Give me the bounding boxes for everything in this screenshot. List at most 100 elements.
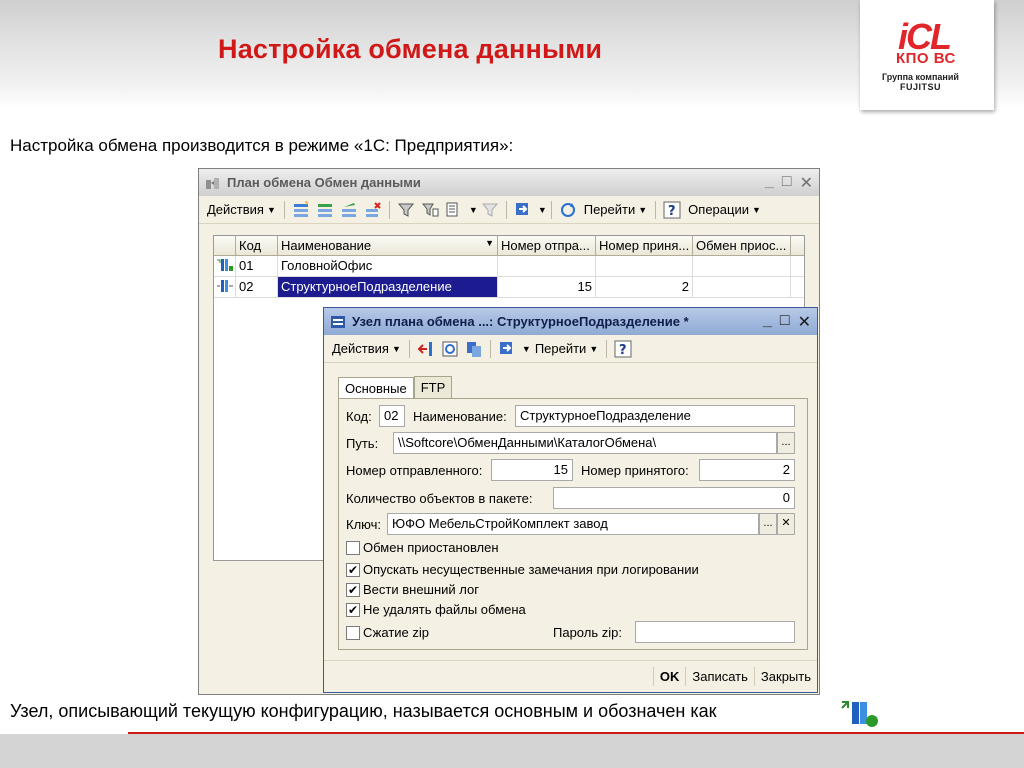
close-button[interactable]: Закрыть [753,667,817,686]
filter-dropdown-icon[interactable] [445,201,463,219]
logo-sub: КПО ВС [896,50,956,67]
footer-band [0,734,1024,768]
zip-password-field[interactable] [635,621,795,643]
window-title: План обмена Обмен данными [227,175,421,190]
operations-label: Операции [688,202,749,217]
close-icon[interactable]: ✕ [798,312,811,332]
column-header-code[interactable]: Код [236,236,278,255]
goto-label: Перейти [583,202,636,217]
checkbox-unchecked-icon [346,540,360,555]
window-titlebar[interactable]: План обмена Обмен данными _ □ ✕ [199,169,819,196]
add-group-icon[interactable] [316,201,334,219]
operations-menu[interactable]: Операции ▼ [684,200,765,219]
logo-group: Группа компаний [882,72,959,82]
minimize-icon[interactable]: _ [763,312,772,332]
delete-mark-icon[interactable] [364,201,382,219]
path-field[interactable]: \\Softcore\ОбменДанными\КаталогОбмена\ [393,432,777,454]
cell-sent: 15 [498,277,596,297]
received-number-field[interactable]: 2 [699,459,795,481]
external-log-label: Вести внешний лог [363,582,479,597]
sent-number-field[interactable]: 15 [491,459,573,481]
table-row[interactable]: 02 СтруктурноеПодразделение 15 2 [214,277,804,298]
chevron-down-icon: ▼ [751,204,761,215]
cell-code: 01 [236,256,278,276]
chevron-down-icon: ▼ [266,204,276,215]
code-label: Код: [346,409,372,424]
main-node-icon [214,256,236,276]
actions-label: Действия [332,341,389,356]
key-browse-button[interactable]: ... [759,513,777,535]
maximize-icon[interactable]: □ [780,312,790,332]
name-field[interactable]: СтруктурноеПодразделение [515,405,795,427]
zip-checkbox[interactable]: Сжатие zip [346,625,429,640]
actions-label: Действия [207,202,264,217]
cell-received [596,256,693,276]
column-header-sent[interactable]: Номер отпра... [498,236,596,255]
help-icon[interactable]: ? [614,340,632,358]
cell-name: СтруктурноеПодразделение [278,277,498,297]
key-field[interactable]: ЮФО МебельСтройКомплект завод [387,513,759,535]
column-header-name[interactable]: Наименование ▼ [278,236,498,255]
external-log-checkbox[interactable]: ✔ Вести внешний лог [346,582,479,597]
help-icon[interactable]: ? [663,201,681,219]
separator [283,200,285,219]
filter-icon[interactable] [397,201,415,219]
exchange-icon[interactable] [514,201,532,219]
back-arrow-icon[interactable] [417,340,435,358]
column-header-paused[interactable]: Обмен приос... [693,236,791,255]
package-count-field[interactable]: 0 [553,487,795,509]
path-label: Путь: [346,436,379,451]
separator [388,200,390,219]
goto-menu[interactable]: Перейти ▼ [580,200,651,219]
window-title: Узел плана обмена ...: СтруктурноеПодраз… [352,314,689,329]
chevron-down-icon: ▼ [638,204,648,215]
actions-menu[interactable]: Действия ▼ [203,200,280,219]
cell-code: 02 [236,277,278,297]
skip-warnings-checkbox[interactable]: ✔ Опускать несущественные замечания при л… [346,562,699,577]
goto-menu[interactable]: Перейти ▼ [531,339,602,358]
chevron-down-icon[interactable]: ▼ [469,205,478,215]
separator [606,339,608,358]
add-icon[interactable] [292,201,310,219]
keep-files-label: Не удалять файлы обмена [363,602,526,617]
edit-icon[interactable] [340,201,358,219]
window-titlebar[interactable]: Узел плана обмена ...: СтруктурноеПодраз… [324,308,817,335]
node-icon [214,277,236,297]
clear-filter-icon[interactable] [481,201,499,219]
cell-paused [693,277,791,297]
exchange-plan-icon [206,177,219,189]
refresh-icon[interactable] [559,201,577,219]
exchange-node-window: Узел плана обмена ...: СтруктурноеПодраз… [323,307,818,693]
chevron-down-icon: ▼ [589,343,599,354]
paused-checkbox[interactable]: Обмен приостановлен [346,540,499,555]
ok-button[interactable]: OK [652,667,686,686]
chevron-down-icon: ▼ [391,343,401,354]
path-browse-button[interactable]: ... [777,432,795,454]
chevron-down-icon[interactable]: ▼ [538,205,547,215]
keep-files-checkbox[interactable]: ✔ Не удалять файлы обмена [346,602,526,617]
key-clear-button[interactable]: ✕ [777,513,795,535]
maximize-icon[interactable]: □ [782,173,792,193]
exchange-icon[interactable] [498,340,516,358]
close-icon[interactable]: ✕ [800,173,813,193]
name-label: Наименование: [413,409,507,424]
cell-paused [693,256,791,276]
inner-toolbar: Действия ▼ ▼ Перейти ▼ ? [324,335,817,363]
tab-main[interactable]: Основные [338,377,414,399]
tab-ftp[interactable]: FTP [413,376,453,398]
code-field[interactable]: 02 [379,405,405,427]
checkbox-checked-icon: ✔ [346,562,360,577]
intro-text: Настройка обмена производится в режиме «… [10,136,514,155]
paused-label: Обмен приостановлен [363,540,499,555]
column-header-received[interactable]: Номер приня... [596,236,693,255]
sent-number-label: Номер отправленного: [346,463,483,478]
filter-list-icon[interactable] [421,201,439,219]
reread-icon[interactable] [441,340,459,358]
logo-parent: FUJITSU [900,82,942,92]
save-button[interactable]: Записать [685,667,754,686]
table-row[interactable]: 01 ГоловнойОфис [214,256,804,277]
actions-menu[interactable]: Действия ▼ [328,339,405,358]
copy-icon[interactable] [465,340,483,358]
chevron-down-icon[interactable]: ▼ [522,344,531,354]
minimize-icon[interactable]: _ [765,173,774,193]
